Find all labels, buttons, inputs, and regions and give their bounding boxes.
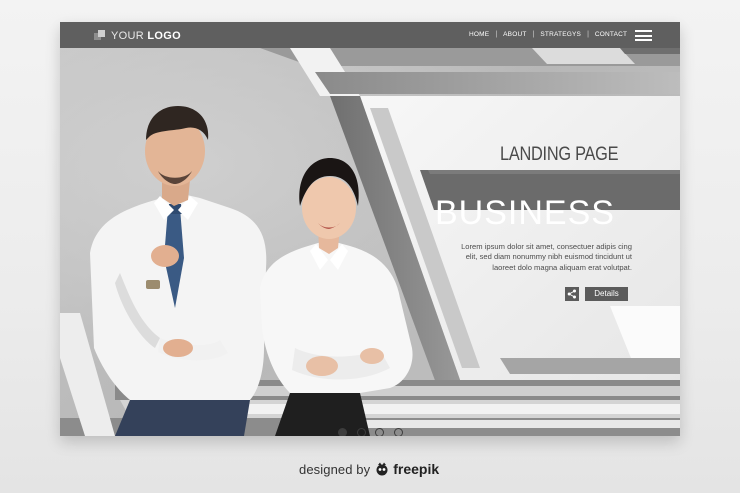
logo-icon	[94, 29, 106, 42]
nav-link-about[interactable]: ABOUT	[503, 31, 526, 38]
businesswoman-figure	[260, 158, 413, 436]
logo-text-bold: LOGO	[147, 29, 181, 42]
description-line: laoreet dolo magna aliquam erat volutpat…	[492, 262, 632, 272]
share-button[interactable]	[565, 287, 579, 301]
freepik-brand-text: freepik	[393, 461, 440, 477]
nav-link-home[interactable]: HOME	[469, 31, 489, 38]
description-line: elit, sed diam nonummy nibh euismod tinc…	[465, 252, 632, 262]
hero-description: Lorem ipsum dolor sit amet, consectuer a…	[430, 242, 632, 273]
nav-separator: |	[587, 31, 589, 38]
nav-separator: |	[532, 31, 535, 38]
hamburger-menu-icon[interactable]	[635, 30, 652, 41]
nav-menu: HOME | ABOUT | STRATEGYS | CONTACT	[469, 31, 627, 38]
slider-dot-3[interactable]	[375, 428, 384, 436]
hero-subtitle: LANDING PAGE	[500, 144, 619, 165]
logo-text: YOUR LOGO	[111, 30, 181, 42]
hero-title: BUSINESS	[435, 194, 615, 232]
hero-section: LANDING PAGE BUSINESS Lorem ipsum dolor …	[60, 48, 680, 436]
site-logo[interactable]: YOUR LOGO	[94, 29, 181, 42]
nav-link-contact[interactable]: CONTACT	[595, 31, 627, 38]
slider-dot-1[interactable]	[338, 428, 347, 436]
top-navbar: YOUR LOGO HOME | ABOUT | STRATEGYS | CON…	[60, 22, 680, 48]
slider-dots	[338, 428, 412, 436]
description-line: Lorem ipsum dolor sit amet, consectuer a…	[461, 242, 632, 251]
nav-link-strategys[interactable]: STRATEGYS	[540, 31, 581, 38]
logo-text-light: YOUR	[111, 29, 148, 42]
landing-page-frame: LANDING PAGE BUSINESS Lorem ipsum dolor …	[60, 22, 680, 436]
attribution-footer: designed by freepik	[299, 461, 439, 477]
freepik-logo-icon	[376, 462, 388, 476]
designed-by-text: designed by	[299, 461, 371, 477]
businessman-figure	[90, 106, 267, 436]
slider-dot-4[interactable]	[393, 428, 403, 436]
nav-separator: |	[495, 31, 498, 38]
details-button[interactable]: Details	[585, 287, 628, 301]
slider-dot-2[interactable]	[356, 428, 366, 436]
share-icon	[567, 289, 576, 299]
